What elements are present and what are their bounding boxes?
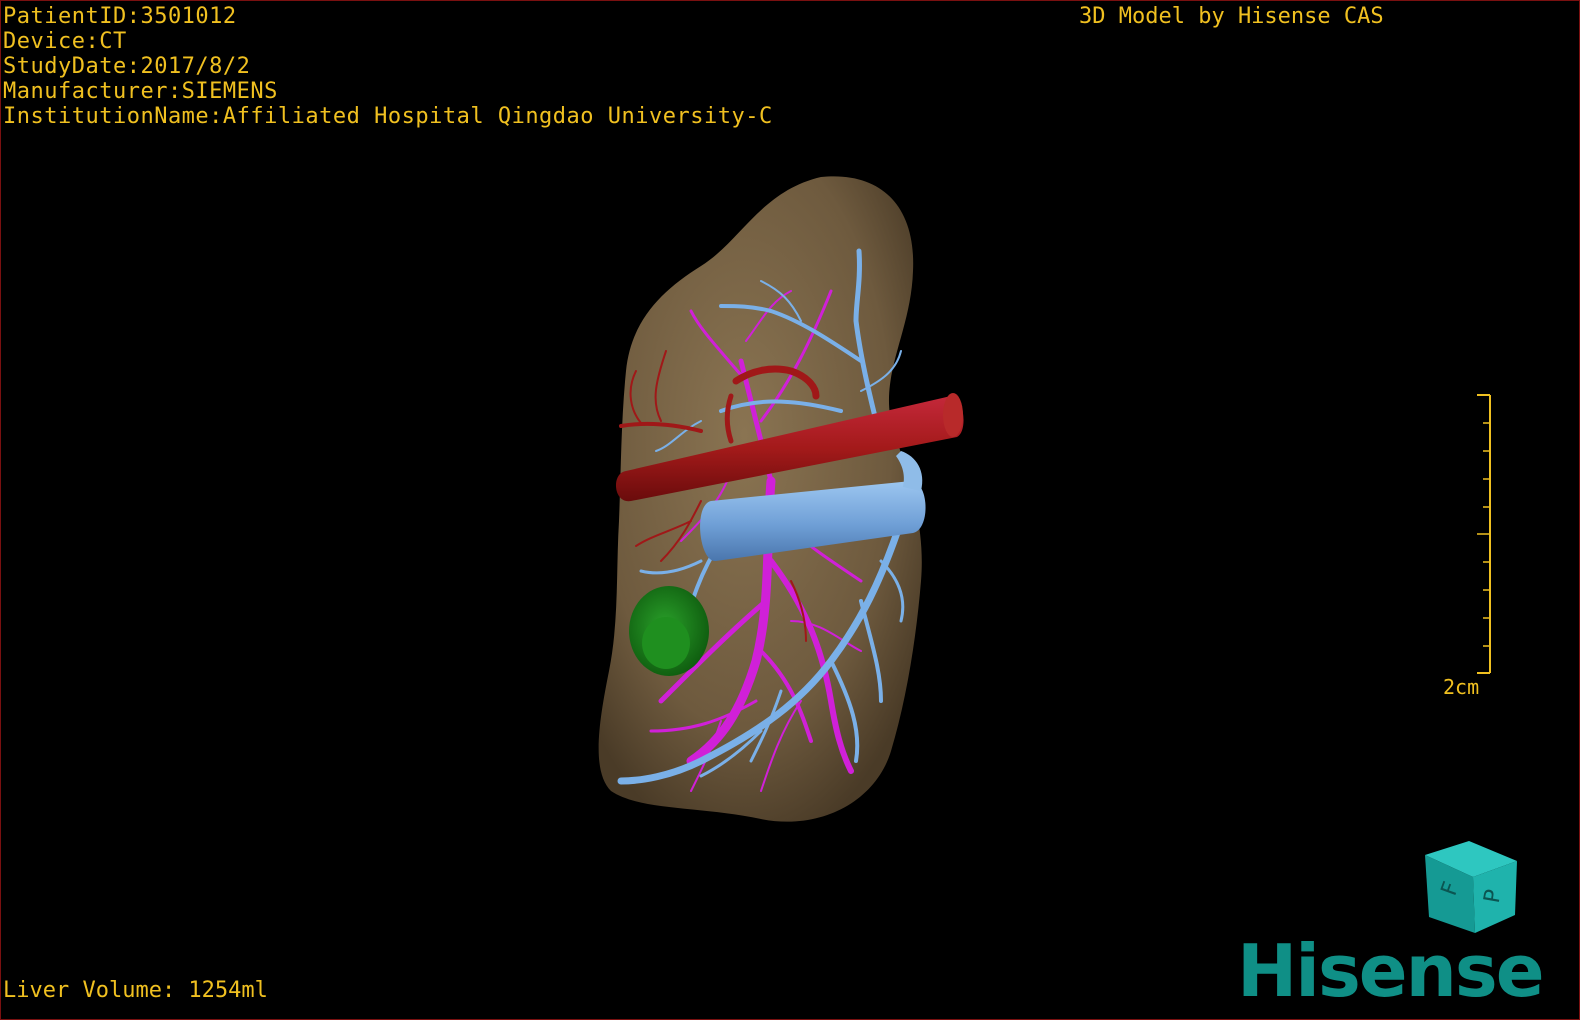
liver-3d-model[interactable] <box>1 1 1580 1020</box>
liver-volume-readout: Liver Volume: 1254ml <box>3 978 268 1003</box>
orientation-cube[interactable]: F P <box>1419 833 1523 937</box>
hisense-logo: Hisense <box>1237 929 1545 1013</box>
scale-bar-label: 2cm <box>1443 675 1480 699</box>
scale-bar <box>1477 394 1491 674</box>
liver-lesion <box>629 586 709 676</box>
render-viewport[interactable]: PatientID:3501012 Device:CT StudyDate:20… <box>0 0 1580 1020</box>
